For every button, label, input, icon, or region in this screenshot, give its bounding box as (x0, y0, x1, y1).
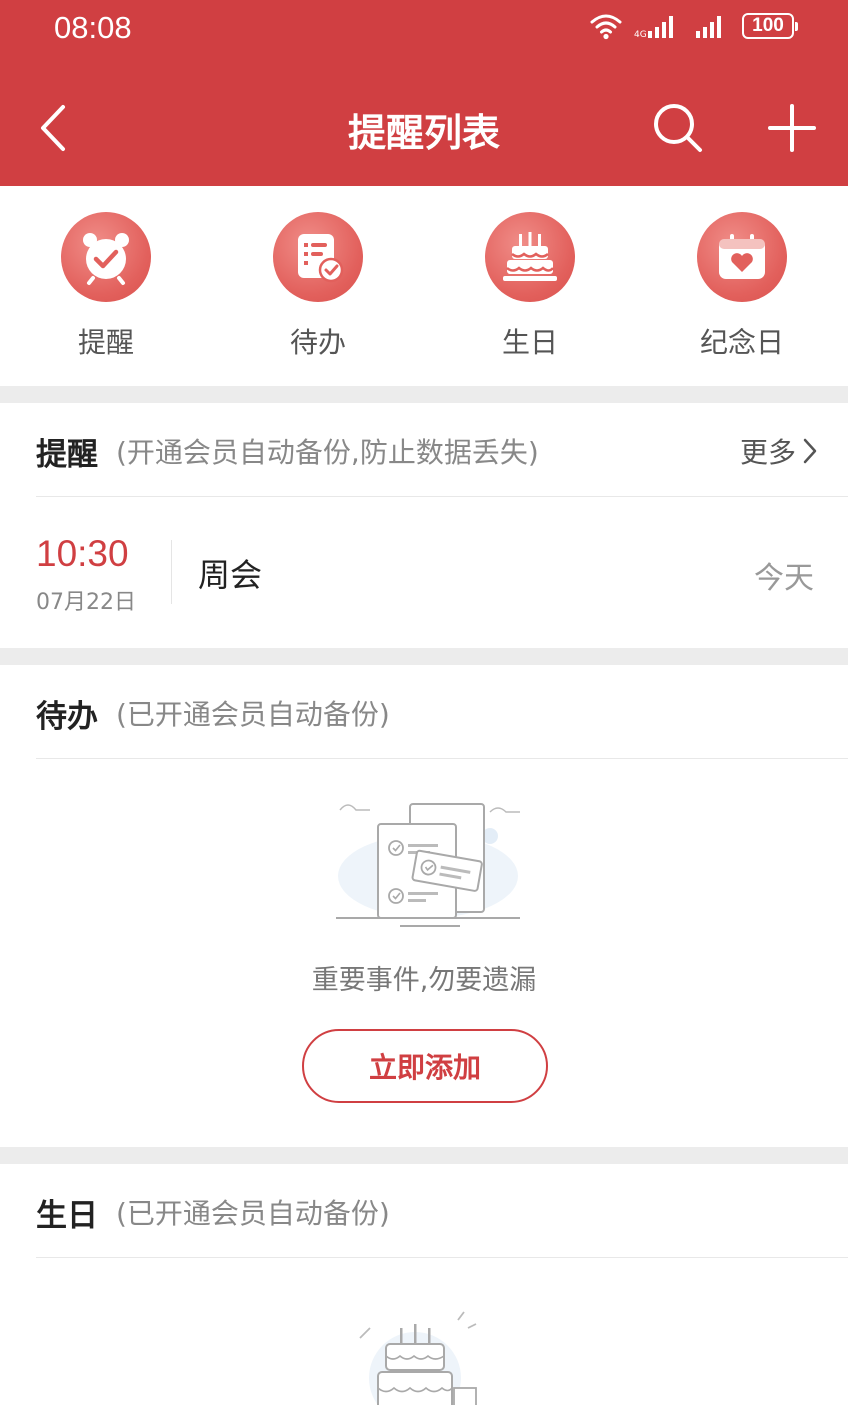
category-todo[interactable]: 待办 (212, 186, 424, 386)
reminder-time: 10:30 (36, 533, 129, 574)
alarm-clock-icon (61, 212, 151, 302)
category-birthday[interactable]: 生日 (424, 186, 636, 386)
empty-todo-illustration (336, 803, 520, 927)
search-icon (654, 104, 702, 152)
add-button[interactable] (762, 98, 822, 158)
status-icons: 4G 100 (590, 12, 798, 40)
section-subtitle: (已开通会员自动备份) (116, 1197, 390, 1230)
category-anniversary[interactable]: 纪念日 (636, 186, 848, 386)
reminder-section-header: 提醒 (开通会员自动备份,防止数据丢失) (36, 431, 539, 473)
category-label: 纪念日 (699, 326, 784, 359)
app-screen: 08:08 4G 100 提醒列表 提醒 待办 生日 纪念日 提醒 (开通会员自… (0, 0, 848, 1405)
todo-section-header: 待办 (已开通会员自动备份) (36, 693, 390, 735)
category-row: 提醒 待办 生日 纪念日 (0, 186, 848, 386)
battery-level: 100 (742, 13, 794, 39)
section-separator (0, 648, 848, 665)
reminder-title: 周会 (198, 556, 263, 594)
chevron-right-icon (803, 438, 817, 464)
svg-text:4G: 4G (634, 30, 647, 39)
page-title: 提醒列表 (347, 111, 500, 155)
wifi-icon (590, 14, 622, 40)
empty-message: 重要事件,勿要遗漏 (311, 965, 537, 996)
vertical-divider (171, 540, 172, 604)
divider (36, 758, 848, 759)
section-separator (0, 1147, 848, 1164)
calendar-heart-icon (697, 212, 787, 302)
section-title: 提醒 (36, 436, 98, 473)
category-reminder[interactable]: 提醒 (0, 186, 212, 386)
status-bar: 08:08 4G 100 (0, 0, 848, 60)
reminder-date: 07月22日 (36, 590, 136, 615)
section-subtitle: (已开通会员自动备份) (116, 698, 390, 731)
divider (36, 1257, 848, 1258)
signal-icon: 4G (634, 16, 673, 39)
plus-icon (768, 104, 816, 152)
battery-icon: 100 (742, 13, 798, 39)
todo-list-icon (273, 212, 363, 302)
section-title: 生日 (36, 1197, 98, 1234)
section-separator (0, 386, 848, 403)
category-label: 提醒 (77, 326, 134, 359)
status-time: 08:08 (54, 10, 132, 45)
category-label: 生日 (501, 326, 558, 359)
more-link[interactable]: 更多 (740, 431, 818, 471)
search-button[interactable] (648, 98, 708, 158)
birthday-section-header: 生日 (已开通会员自动备份) (36, 1192, 390, 1234)
empty-birthday-illustration (359, 1311, 477, 1405)
birthday-cake-icon (485, 212, 575, 302)
header: 08:08 4G 100 提醒列表 (0, 0, 848, 186)
reminder-day: 今天 (754, 561, 814, 596)
category-label: 待办 (289, 326, 346, 359)
add-now-button[interactable]: 立即添加 (302, 1029, 548, 1103)
signal-icon-2 (696, 16, 721, 38)
section-subtitle: (开通会员自动备份,防止数据丢失) (116, 436, 539, 469)
nav-bar: 提醒列表 (0, 76, 848, 180)
section-title: 待办 (36, 698, 98, 735)
more-label: 更多 (739, 436, 796, 469)
divider (36, 496, 848, 497)
